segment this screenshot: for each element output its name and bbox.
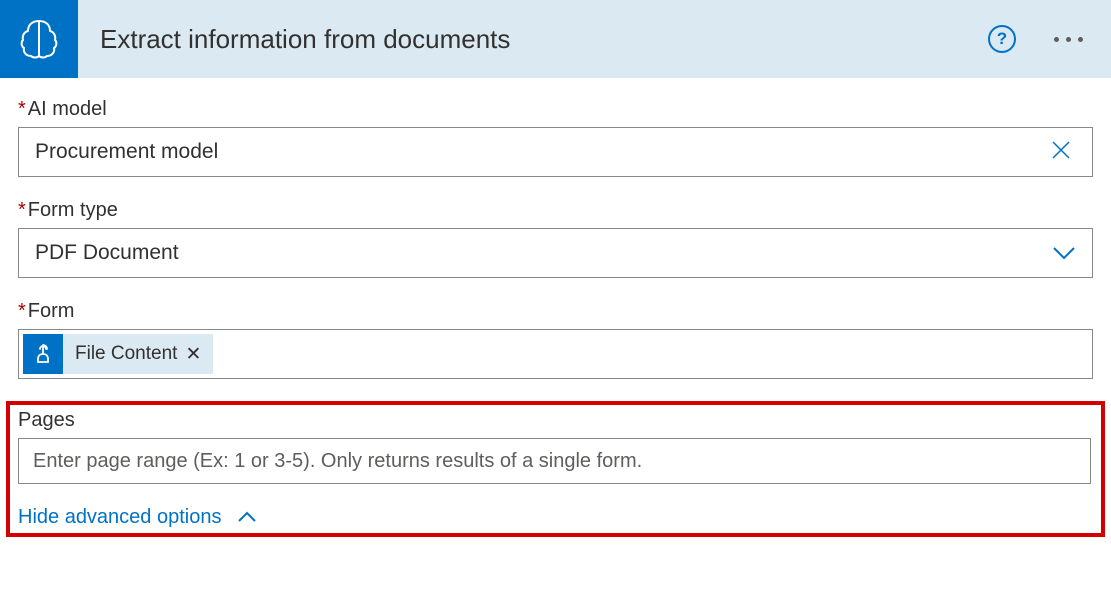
brain-icon <box>16 16 62 62</box>
ai-model-label: *AI model <box>18 98 1093 121</box>
field-ai-model: *AI model Procurement model <box>18 98 1093 177</box>
page-title: Extract information from documents <box>100 24 988 55</box>
form-label: *Form <box>18 300 1093 323</box>
remove-token-icon[interactable]: ✕ <box>185 343 201 366</box>
action-header: Extract information from documents ? <box>0 0 1111 78</box>
pages-input[interactable] <box>18 438 1091 484</box>
action-icon <box>0 0 78 78</box>
form-type-select[interactable]: PDF Document <box>18 228 1093 278</box>
chevron-down-icon[interactable] <box>1052 246 1076 260</box>
field-form-type: *Form type PDF Document <box>18 199 1093 278</box>
field-form: *Form File Content ✕ <box>18 300 1093 379</box>
clear-ai-model-icon[interactable] <box>1046 137 1076 168</box>
field-pages: Pages <box>18 409 1091 484</box>
form-type-label: *Form type <box>18 199 1093 222</box>
file-content-token[interactable]: File Content ✕ <box>23 334 213 374</box>
help-button[interactable]: ? <box>988 25 1016 53</box>
form-type-value: PDF Document <box>35 241 1052 265</box>
token-label: File Content <box>75 343 177 365</box>
hide-advanced-link[interactable]: Hide advanced options <box>18 506 257 529</box>
highlight-box: Pages Hide advanced options <box>6 401 1105 537</box>
more-button[interactable] <box>1046 37 1091 42</box>
ai-model-value: Procurement model <box>35 140 1046 164</box>
form-input[interactable]: File Content ✕ <box>18 329 1093 379</box>
pages-label: Pages <box>18 409 1091 432</box>
form-content: *AI model Procurement model *Form type P… <box>0 78 1111 547</box>
touch-icon <box>23 334 63 374</box>
ai-model-input[interactable]: Procurement model <box>18 127 1093 177</box>
chevron-up-icon <box>237 506 257 529</box>
